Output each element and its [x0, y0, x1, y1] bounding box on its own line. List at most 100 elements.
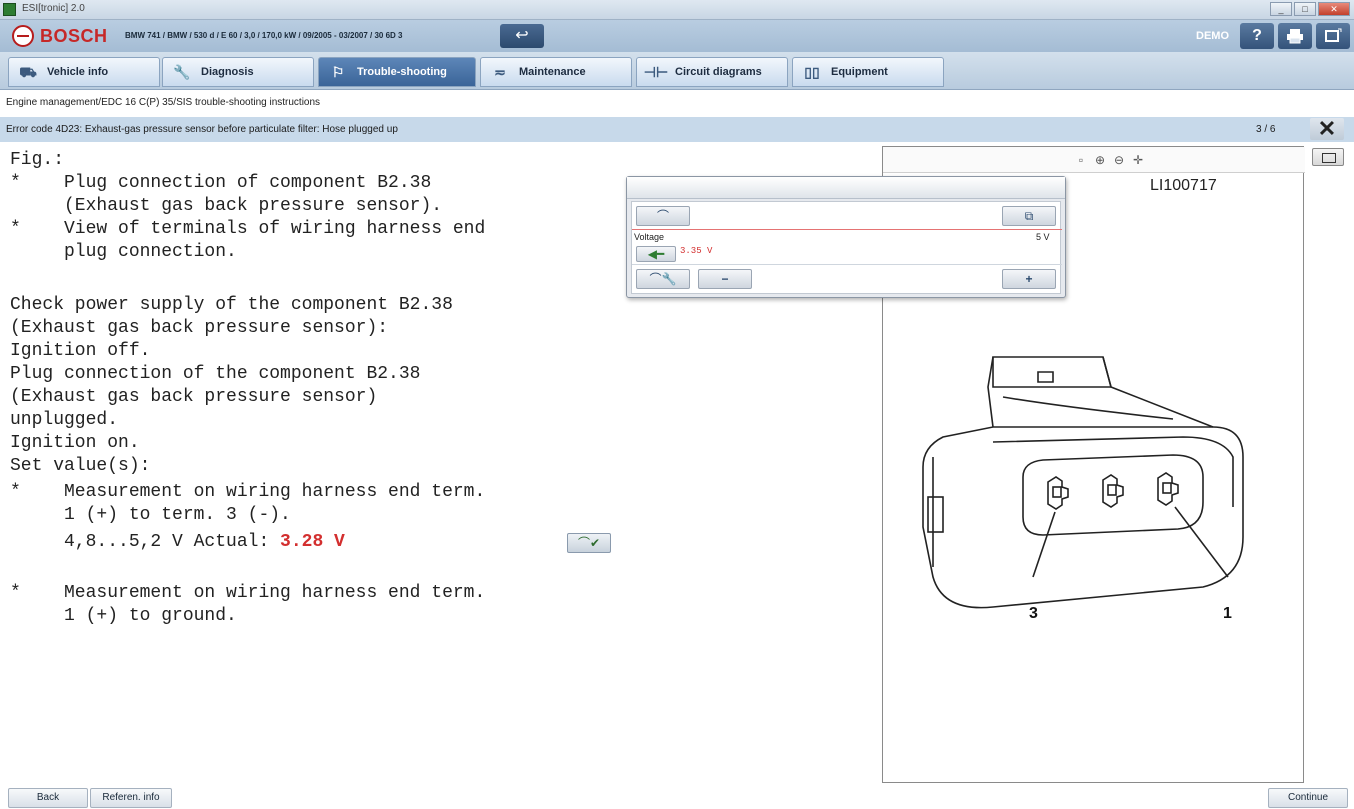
instruction-line: * Measurement on wiring harness end term… [10, 583, 486, 603]
measurement-label: Voltage [634, 232, 665, 242]
app-header: BOSCH BMW 741 / BMW / 530 d / E 60 / 3,0… [0, 20, 1354, 52]
car-icon: ⛟ [19, 64, 37, 80]
check-measure-icon: ⌒✔ [577, 536, 601, 550]
close-window-icon[interactable]: ✕ [1318, 2, 1350, 16]
measurement-max: 5 V [1036, 232, 1050, 242]
instruction-line: * Measurement on wiring harness end term… [10, 482, 486, 502]
back-arrow-icon: ↩ [515, 27, 529, 44]
zoom-in-icon[interactable]: ⊕ [1092, 152, 1108, 168]
bosch-logo [12, 25, 34, 47]
instruction-line: Check power supply of the component B2.3… [10, 295, 453, 315]
instruction-line: Ignition on. [10, 433, 140, 453]
figure-toolbar: ▫ ⊕ ⊖ ✛ [883, 147, 1305, 173]
connector-drawing [922, 356, 1244, 609]
measure-accept-button[interactable]: ⌒✔ [567, 533, 611, 553]
page-indicator: 3 / 6 [1256, 124, 1276, 135]
instruction-line: * View of terminals of wiring harness en… [10, 219, 486, 239]
instruction-line: * Plug connection of component B2.38 [10, 173, 432, 193]
measurement-panel: ⌒ ⧉ Voltage 5 V ◀━ 3.35 V ⌒🔧 − + [631, 201, 1062, 294]
back-arrow-button[interactable]: ↩ [500, 24, 544, 48]
instruction-line: Ignition off. [10, 341, 151, 361]
pin-label-3: 3 [1029, 605, 1038, 622]
maintenance-icon: ≂ [494, 64, 506, 80]
instruction-line-actual: 4,8...5,2 V Actual: 3.28 V [10, 531, 345, 554]
instruction-line: (Exhaust gas back pressure sensor) [10, 387, 378, 407]
brand-name: BOSCH [40, 26, 108, 46]
error-code-bar: Error code 4D23: Exhaust-gas pressure se… [0, 117, 1354, 142]
maximize-icon[interactable]: □ [1294, 2, 1316, 16]
zoom-out-icon[interactable]: ⊖ [1111, 152, 1127, 168]
gauge-button[interactable]: ⌒ [636, 206, 690, 226]
setpoint-text: 4,8...5,2 V Actual: [10, 532, 281, 552]
decrease-button[interactable]: − [698, 269, 752, 289]
separator-line [632, 229, 1062, 230]
instruction-line: Fig.: [10, 150, 65, 170]
measurement-window-titlebar[interactable] [627, 177, 1065, 199]
tab-label: Trouble-shooting [357, 66, 447, 78]
window-icon [1325, 28, 1342, 42]
increase-button[interactable]: + [1002, 269, 1056, 289]
gauge-settings-button[interactable]: ⌒🔧 [636, 269, 690, 289]
circuit-icon: ⊣⊢ [643, 64, 669, 80]
wrench-icon: 🔧 [173, 64, 191, 80]
expand-figure-button[interactable] [1312, 148, 1344, 166]
zoom-controls: ▫ ⊕ ⊖ ✛ [1073, 152, 1146, 168]
windows-icon: ⧉ [1024, 209, 1034, 223]
gauge-icon: ⌒ [656, 209, 669, 223]
tab-label: Diagnosis [201, 66, 254, 78]
back-button[interactable]: Back [8, 788, 88, 808]
tab-label: Maintenance [519, 66, 586, 78]
pin-label-1: 1 [1223, 605, 1232, 622]
vehicle-identification: BMW 741 / BMW / 530 d / E 60 / 3,0 / 170… [125, 31, 403, 40]
window-button[interactable] [1316, 23, 1350, 49]
window-titlebar: ESI[tronic] 2.0 _ □ ✕ [0, 0, 1354, 20]
minimize-icon[interactable]: _ [1270, 2, 1292, 16]
instruction-line: unplugged. [10, 410, 119, 430]
main-tabs: ⛟ Vehicle info 🔧 Diagnosis ⚐ Trouble-sho… [0, 52, 1354, 90]
print-button[interactable] [1278, 23, 1312, 49]
instruction-line: plug connection. [10, 242, 237, 262]
window-title: ESI[tronic] 2.0 [22, 3, 85, 14]
people-icon: ⚐ [331, 64, 345, 80]
continue-button[interactable]: Continue [1268, 788, 1348, 808]
left-arrow-icon: ◀━ [647, 247, 665, 261]
separator-line [632, 264, 1062, 265]
gauge-wrench-icon: ⌒🔧 [649, 272, 677, 286]
tab-vehicle-info[interactable]: ⛟ Vehicle info [8, 57, 160, 87]
tab-maintenance[interactable]: ≂ Maintenance [480, 57, 632, 87]
instruction-line: Plug connection of the component B2.38 [10, 364, 421, 384]
window-controls: _ □ ✕ [1270, 2, 1350, 16]
tab-label: Circuit diagrams [675, 66, 762, 78]
plus-icon: + [1025, 272, 1033, 286]
tab-diagnosis[interactable]: 🔧 Diagnosis [162, 57, 314, 87]
multi-window-button[interactable]: ⧉ [1002, 206, 1056, 226]
app-icon [3, 3, 16, 16]
move-icon[interactable]: ✛ [1130, 152, 1146, 168]
measurement-value: 3.35 V [680, 246, 713, 256]
tab-circuit-diagrams[interactable]: ⊣⊢ Circuit diagrams [636, 57, 788, 87]
instruction-line: 1 (+) to term. 3 (-). [10, 505, 291, 525]
instruction-line: Set value(s): [10, 456, 151, 476]
instruction-line: (Exhaust gas back pressure sensor). [10, 196, 443, 216]
figure-code: LI100717 [1150, 177, 1217, 194]
instruction-line: (Exhaust gas back pressure sensor): [10, 318, 389, 338]
reference-info-button[interactable]: Referen. info [90, 788, 172, 808]
footer-bar: Back Referen. info Continue [0, 786, 1354, 809]
actual-value: 3.28 V [280, 532, 345, 552]
help-button[interactable]: ? [1240, 23, 1274, 49]
tab-trouble-shooting[interactable]: ⚐ Trouble-shooting [318, 57, 476, 87]
left-arrow-button[interactable]: ◀━ [636, 246, 676, 262]
tab-equipment[interactable]: ▯▯ Equipment [792, 57, 944, 87]
measurement-window: ⌒ ⧉ Voltage 5 V ◀━ 3.35 V ⌒🔧 − + [626, 176, 1066, 298]
mode-label: DEMO [1196, 30, 1229, 42]
instruction-line: 1 (+) to ground. [10, 606, 237, 626]
page-icon[interactable]: ▫ [1073, 152, 1089, 168]
print-icon [1287, 29, 1303, 44]
book-icon: ▯▯ [804, 64, 820, 80]
help-icon: ? [1252, 27, 1262, 44]
tab-label: Equipment [831, 66, 888, 78]
error-code-title: Error code 4D23: Exhaust-gas pressure se… [6, 124, 398, 135]
tab-label: Vehicle info [47, 66, 109, 78]
minus-icon: − [721, 272, 729, 286]
close-icon[interactable]: ✕ [1310, 118, 1344, 140]
